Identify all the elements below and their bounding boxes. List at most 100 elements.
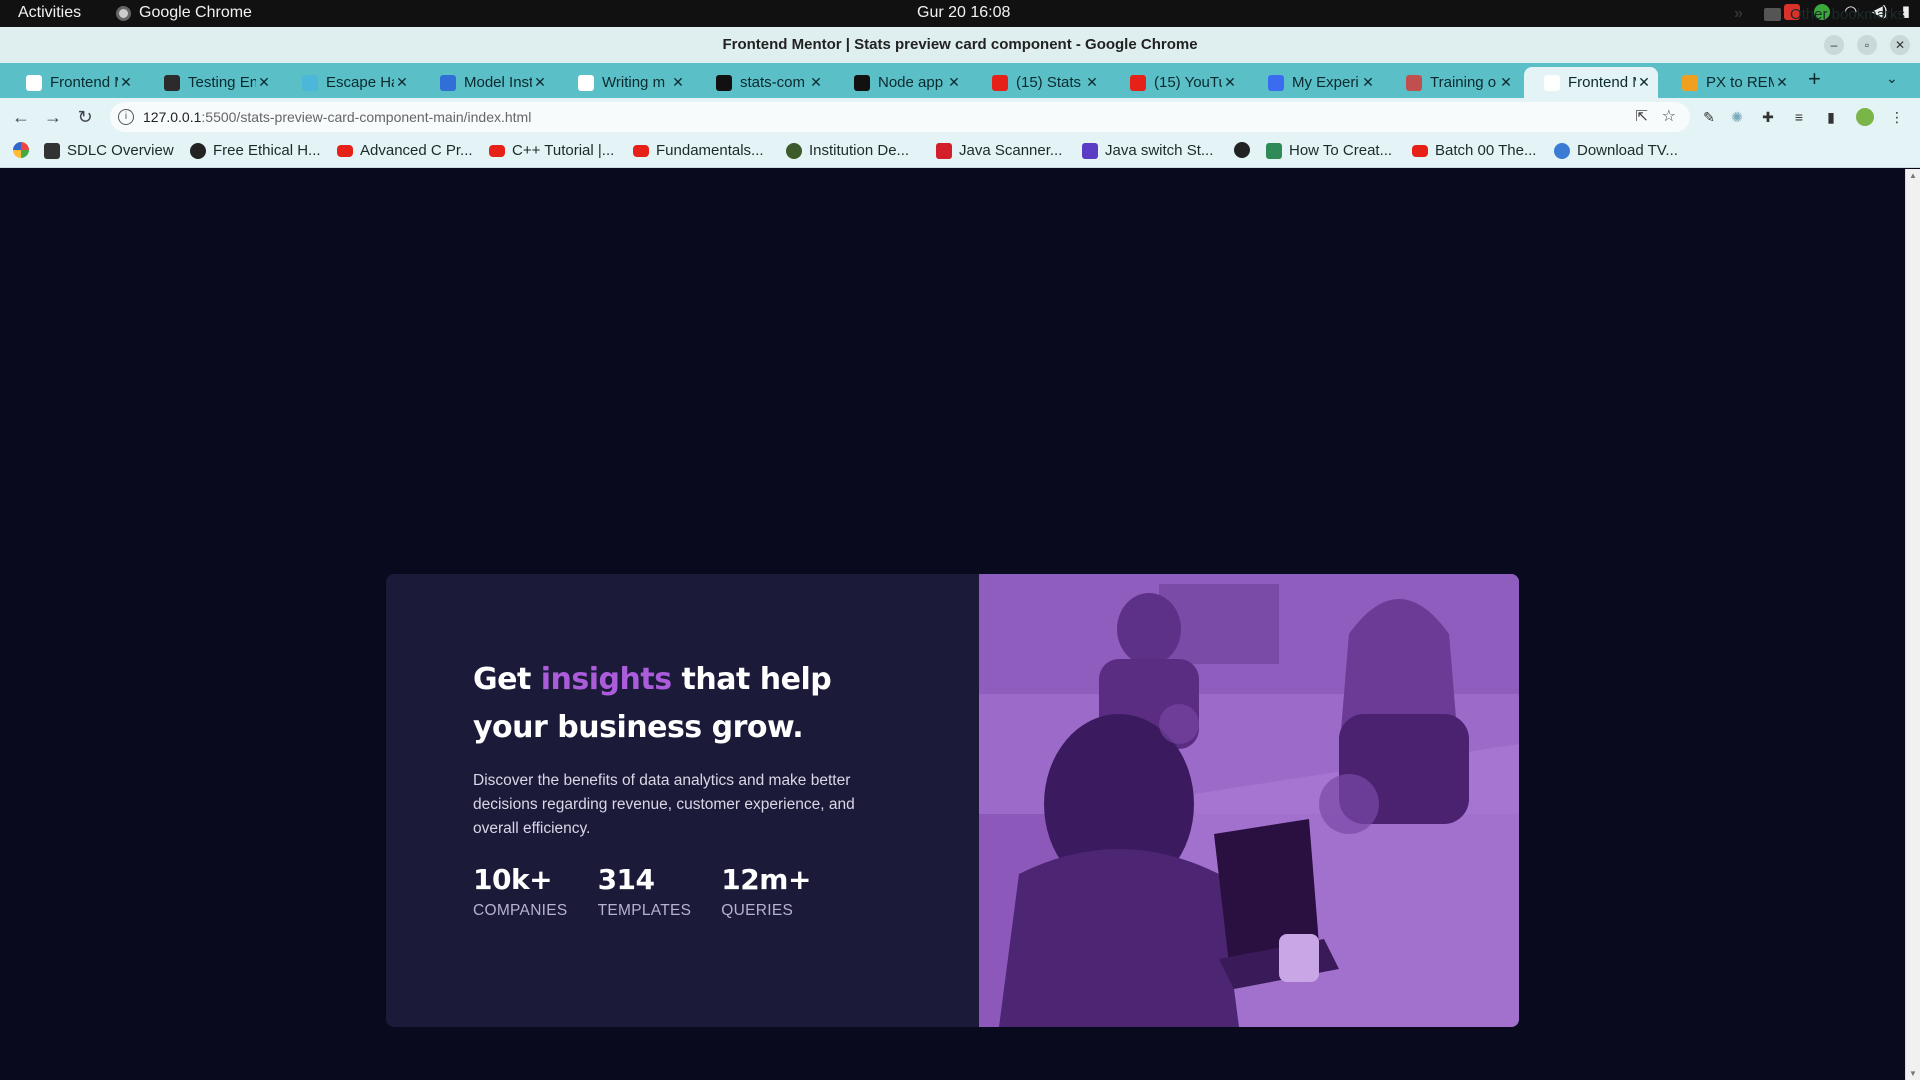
bookmark-item[interactable]: Batch 00 The... [1412, 142, 1536, 159]
react-icon [302, 74, 318, 91]
bookmark-item[interactable]: How To Creat... [1266, 142, 1392, 159]
extensions-puzzle-icon[interactable]: ✚ [1759, 108, 1777, 126]
tab-close-icon[interactable]: ✕ [1636, 74, 1652, 91]
office-photo-illustration [979, 574, 1519, 1027]
browser-tab[interactable]: Escape Ha ✕ [282, 67, 416, 98]
extension-react-icon[interactable]: ✺ [1728, 108, 1746, 126]
bookmark-label: SDLC Overview [67, 142, 174, 159]
chrome-icon [116, 5, 131, 21]
youtube-icon [992, 74, 1008, 91]
side-panel-icon[interactable]: ▮ [1822, 108, 1840, 126]
scroll-down-icon[interactable]: ▼ [1909, 1069, 1917, 1078]
tab-label: Escape Ha [326, 74, 394, 91]
share-icon[interactable]: ⇱ [1635, 107, 1648, 125]
ex-icon [578, 74, 594, 91]
profile-avatar[interactable] [1856, 108, 1874, 126]
reading-list-icon[interactable]: ≡ [1790, 108, 1808, 126]
stat-label: TEMPLATES [597, 902, 692, 919]
browser-tab[interactable]: (15) Stats ✕ [972, 67, 1106, 98]
bookmark-label: Advanced C Pr... [360, 142, 473, 159]
app-name: Google Chrome [139, 4, 252, 21]
page-viewport: Get insights that help your business gro… [0, 169, 1905, 1080]
bookmark-star-icon[interactable]: ☆ [1662, 106, 1676, 126]
site-info-icon[interactable]: i [118, 109, 134, 125]
other-bookmarks-folder[interactable]: Other bookmarks [1764, 6, 1905, 23]
reload-button[interactable]: ↻ [73, 105, 97, 129]
browser-toolbar: ← → ↻ i 127.0.0.1:5500/stats-preview-car… [0, 98, 1920, 136]
scroll-up-icon[interactable]: ▲ [1909, 171, 1917, 180]
browser-tab[interactable]: Training o ✕ [1386, 67, 1520, 98]
bookmark-item[interactable]: Free Ethical H... [190, 142, 321, 159]
more-bookmarks-chevron-icon[interactable]: » [1734, 5, 1743, 23]
bookmark-item[interactable]: Java Scanner... [936, 142, 1062, 159]
browser-tab[interactable]: Writing m ✕ [558, 67, 692, 98]
close-window-button[interactable]: ✕ [1890, 35, 1910, 55]
bookmark-item[interactable]: C++ Tutorial |... [489, 142, 614, 159]
browser-tab[interactable]: (15) YouTu ✕ [1110, 67, 1244, 98]
bookmark-item[interactable]: Java switch St... [1082, 142, 1213, 159]
java-switch-icon [1082, 142, 1098, 159]
tab-close-icon[interactable]: ✕ [1084, 74, 1100, 91]
browser-tab[interactable]: stats-com ✕ [696, 67, 830, 98]
browser-tab[interactable]: Testing En ✕ [144, 67, 278, 98]
browser-tab[interactable]: Frontend M✕ [6, 67, 140, 98]
headline-before: Get [473, 662, 541, 697]
bookmark-label: Java Scanner... [959, 142, 1063, 159]
youtube-icon [489, 144, 505, 157]
tab-close-icon[interactable]: ✕ [1774, 74, 1790, 91]
browser-tab[interactable]: Frontend M✕ [1524, 67, 1658, 98]
tab-close-icon[interactable]: ✕ [808, 74, 824, 91]
testing-icon [164, 74, 180, 91]
stats-preview-card: Get insights that help your business gro… [386, 574, 1519, 1027]
tab-label: (15) YouTu [1154, 74, 1222, 91]
tab-close-icon[interactable]: ✕ [394, 74, 410, 91]
card-headline: Get insights that help your business gro… [473, 656, 893, 752]
clock[interactable]: Gur 20 16:08 [917, 4, 1010, 22]
tab-label: Node app [878, 74, 944, 91]
bookmark-item[interactable]: Download TV... [1554, 142, 1678, 159]
browser-tab[interactable]: My Experi ✕ [1248, 67, 1382, 98]
tab-close-icon[interactable]: ✕ [946, 74, 962, 91]
bookmark-item[interactable]: Fundamentals... [633, 142, 764, 159]
tab-label: Training o [1430, 74, 1497, 91]
github-icon [716, 74, 732, 91]
tab-close-icon[interactable]: ✕ [118, 74, 134, 91]
tab-close-icon[interactable]: ✕ [1360, 74, 1376, 91]
url-text[interactable]: 127.0.0.1:5500/stats-preview-card-compon… [143, 109, 531, 125]
extension-pen-icon[interactable]: ✎ [1700, 108, 1718, 126]
browser-tab[interactable]: Node app ✕ [834, 67, 968, 98]
back-button[interactable]: ← [9, 105, 33, 129]
address-bar[interactable]: i 127.0.0.1:5500/stats-preview-card-comp… [110, 102, 1690, 132]
tab-close-icon[interactable]: ✕ [1498, 74, 1514, 91]
tab-close-icon[interactable]: ✕ [670, 74, 686, 91]
new-tab-button[interactable]: + [1808, 68, 1821, 90]
tab-search-chevron-icon[interactable]: ⌄ [1886, 70, 1898, 87]
forward-button[interactable]: → [41, 105, 65, 129]
bookmark-label: Free Ethical H... [213, 142, 321, 159]
maximize-button[interactable]: ▫ [1857, 35, 1877, 55]
minimize-button[interactable]: – [1824, 35, 1844, 55]
page-scrollbar[interactable]: ▲ ▼ [1905, 169, 1920, 1080]
frontend-mentor-icon [26, 74, 42, 91]
tab-close-icon[interactable]: ✕ [532, 74, 548, 91]
cube-icon [440, 74, 456, 91]
apps-icon[interactable] [13, 142, 36, 158]
app-menu[interactable]: Google Chrome [116, 4, 252, 22]
stat-value: 10k+ [473, 863, 553, 896]
w-icon [1266, 142, 1282, 159]
chrome-menu-icon[interactable]: ⋮ [1888, 108, 1906, 126]
card-header-image [979, 574, 1519, 1027]
youtube-icon [337, 144, 353, 157]
activities-button[interactable]: Activities [18, 4, 81, 22]
bookmark-item[interactable] [1234, 142, 1257, 158]
bookmark-item[interactable]: Advanced C Pr... [337, 142, 473, 159]
card-text-section: Get insights that help your business gro… [386, 574, 979, 1027]
browser-tab[interactable]: Model Inst ✕ [420, 67, 554, 98]
youtube-icon [1130, 74, 1146, 91]
bookmark-item[interactable]: SDLC Overview [44, 142, 174, 159]
tab-close-icon[interactable]: ✕ [1222, 74, 1238, 91]
tab-close-icon[interactable]: ✕ [256, 74, 272, 91]
browser-tab[interactable]: PX to REM ✕ [1662, 67, 1796, 98]
bookmark-item[interactable]: Institution De... [786, 142, 909, 159]
github-icon [854, 74, 870, 91]
